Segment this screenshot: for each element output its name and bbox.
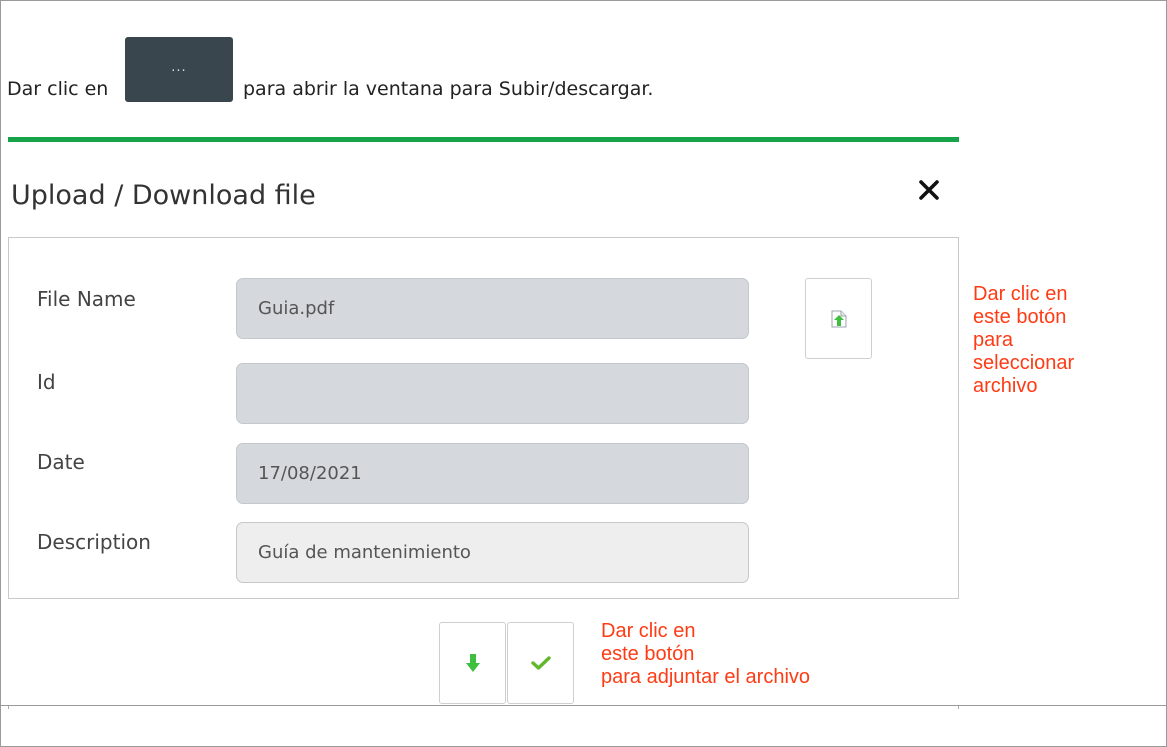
download-button[interactable] [439,622,506,704]
attach-file-annotation: Dar clic en este botón para adjuntar el … [601,620,810,689]
annotation-line: para [973,329,1014,351]
annotation-line: seleccionar [973,352,1075,374]
annotation-line: Dar clic en [973,283,1068,305]
annotation-line: archivo [973,375,1038,397]
file-name-label: File Name [37,287,136,311]
checkmark-icon [530,656,551,670]
description-input[interactable]: Guía de mantenimiento [236,522,749,583]
download-arrow-icon [465,654,480,672]
close-x-glyph [919,180,939,200]
corner-tick [8,706,9,709]
modal-title: Upload / Download file [11,180,316,211]
id-label: Id [37,370,56,394]
date-input[interactable]: 17/08/2021 [236,443,749,504]
annotation-line: para adjuntar el archivo [601,666,811,688]
annotation-line: este botón [601,643,695,665]
annotation-line: este botón [973,306,1067,328]
instruction-text-after: para abrir la ventana para Subir/descarg… [243,78,654,100]
row-divider [0,705,1167,706]
open-dialog-button[interactable]: ... [125,37,233,102]
date-label: Date [37,450,85,474]
select-file-annotation: Dar clic en este botón para seleccionar … [973,283,1074,398]
id-input[interactable] [236,363,749,424]
file-name-input[interactable]: Guia.pdf [236,278,749,339]
select-file-button[interactable] [805,278,872,359]
modal-top-accent [8,137,959,142]
instruction-text-before: Dar clic en [7,78,109,100]
annotation-line: Dar clic en [601,620,696,642]
corner-tick [958,706,959,709]
file-upload-icon [831,310,846,327]
close-icon[interactable] [915,176,943,204]
description-label: Description [37,530,151,554]
attach-confirm-button[interactable] [507,622,574,704]
